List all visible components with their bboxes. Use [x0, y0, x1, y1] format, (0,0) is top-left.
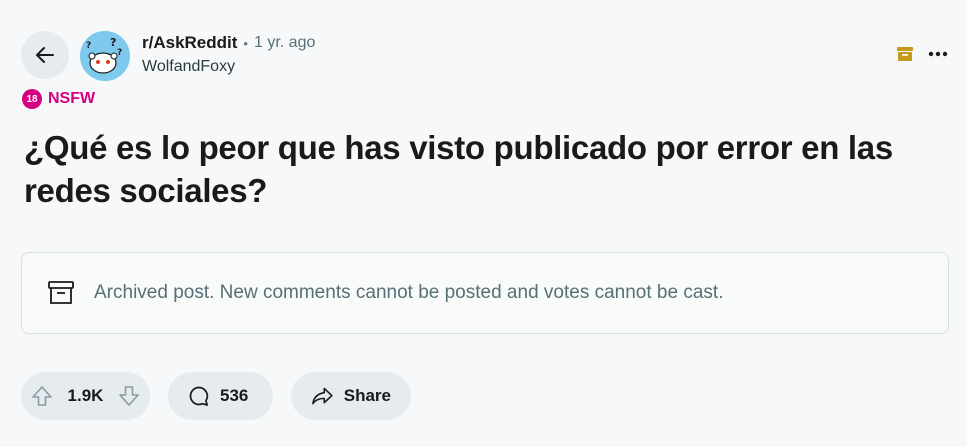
svg-text:?: ? — [117, 48, 122, 58]
svg-text:?: ? — [86, 41, 91, 51]
nsfw-18-icon: 18 — [22, 89, 42, 109]
archived-notice: Archived post. New comments cannot be po… — [21, 252, 949, 334]
downvote-button[interactable] — [118, 385, 140, 407]
subreddit-link[interactable]: r/AskReddit — [142, 33, 237, 53]
snoo-question-icon: ? ? ? — [80, 31, 130, 81]
post-time: 1 yr. ago — [253, 34, 316, 51]
post-meta: r/AskReddit • 1 yr. ago — [142, 33, 315, 53]
nsfw-label: NSFW — [48, 90, 96, 107]
ellipsis-icon — [928, 51, 948, 57]
archive-icon — [897, 47, 913, 61]
post-title: ¿Qué es lo peor que has visto publicado … — [24, 129, 893, 209]
comment-icon — [189, 386, 209, 406]
archived-notice-text: Archived post. New comments cannot be po… — [94, 282, 724, 303]
vote-count: 1.9K — [67, 386, 104, 405]
arrow-left-icon — [36, 47, 54, 63]
comments-button[interactable]: 536 — [168, 372, 273, 420]
author-link[interactable]: WolfandFoxy — [142, 58, 235, 76]
downvote-icon — [119, 386, 139, 406]
upvote-icon — [32, 386, 52, 406]
vote-controls: 1.9K — [21, 372, 150, 420]
back-button[interactable] — [21, 31, 69, 79]
upvote-button[interactable] — [31, 385, 53, 407]
more-options-button[interactable] — [926, 42, 950, 66]
nsfw-tag: 18 NSFW — [22, 89, 95, 109]
share-icon — [312, 387, 333, 405]
share-label: Share — [343, 386, 391, 405]
meta-separator: • — [243, 35, 248, 51]
archive-box-icon — [48, 281, 74, 304]
share-button[interactable]: Share — [291, 372, 411, 420]
comment-count: 536 — [220, 386, 249, 405]
subreddit-avatar[interactable]: ? ? ? — [80, 31, 130, 81]
svg-text:?: ? — [110, 36, 116, 49]
